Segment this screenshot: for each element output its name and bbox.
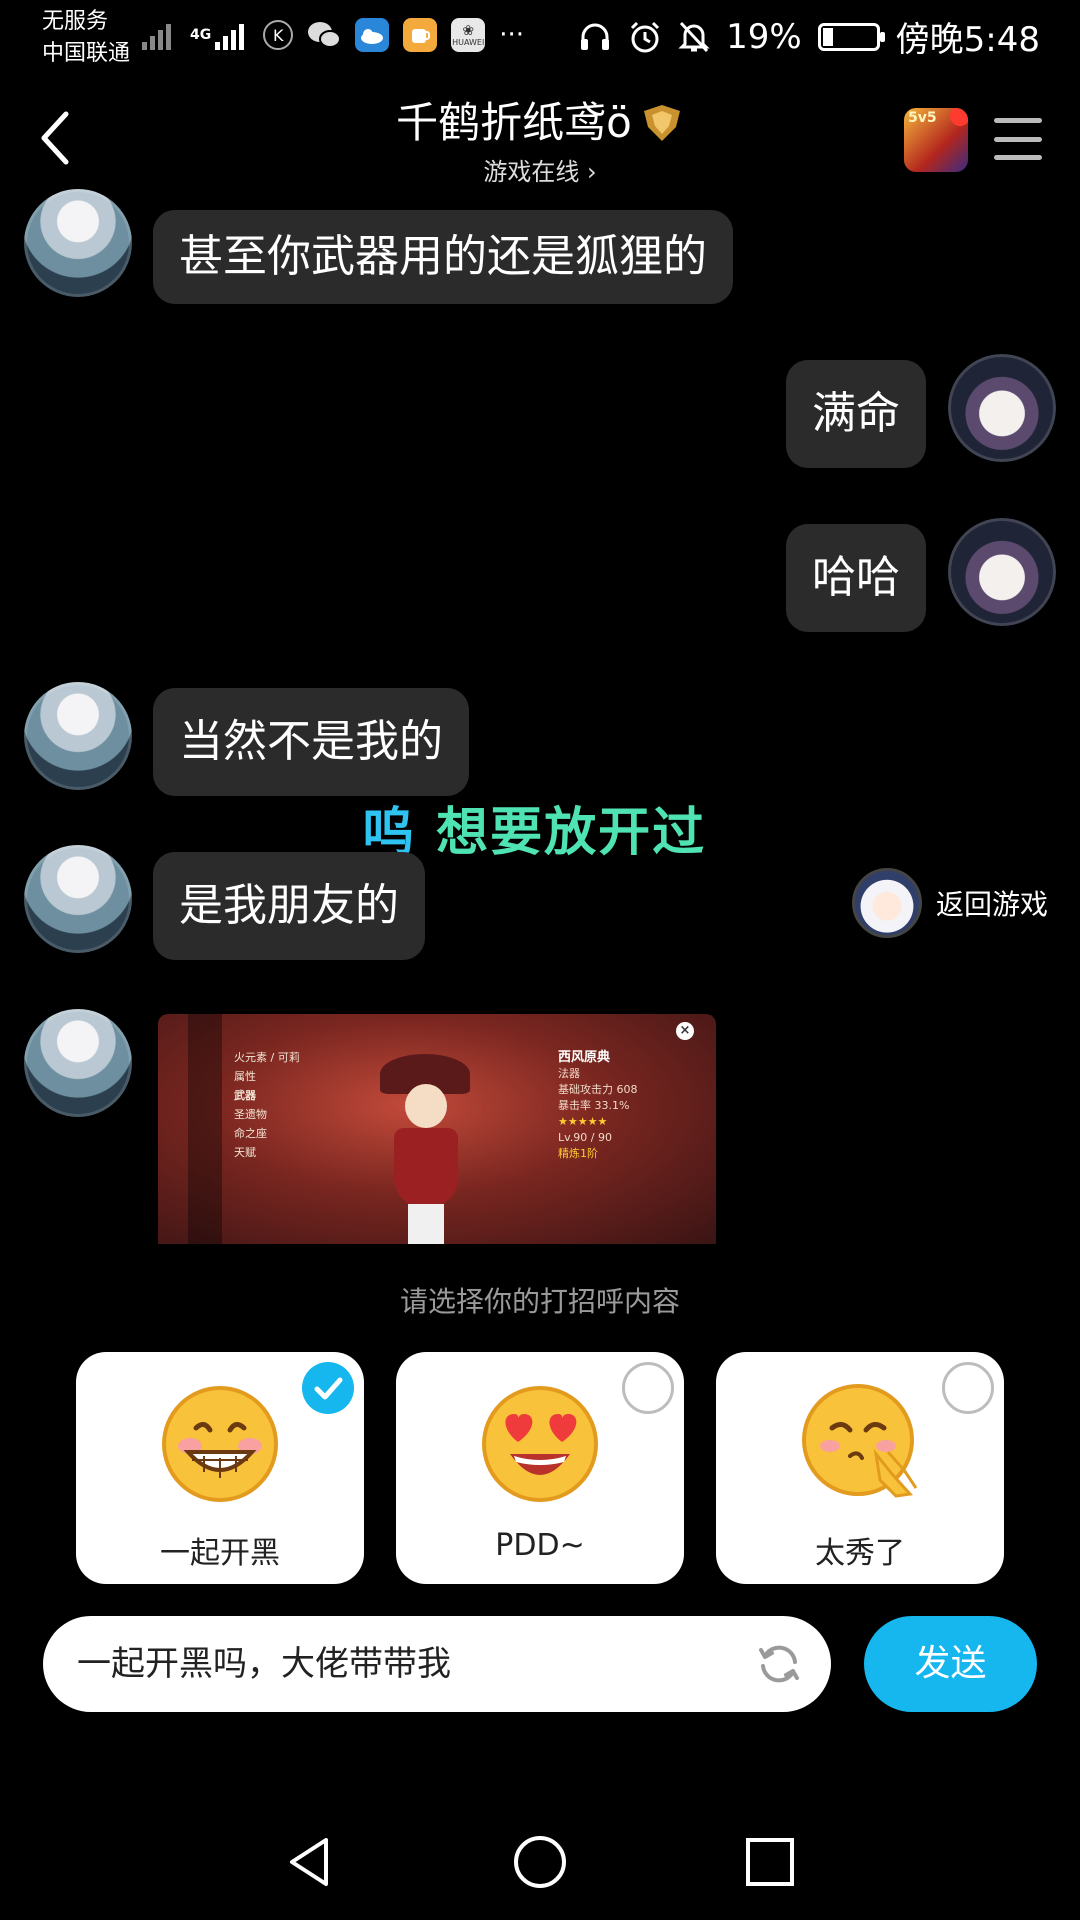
clock: 傍晚5:48 (895, 20, 1040, 60)
close-icon: × (676, 1022, 694, 1040)
message-bubble-right[interactable]: 哈哈 (786, 524, 926, 632)
huawei-icon: ❀ HUAWEI (451, 18, 486, 52)
checkmark-icon (314, 1377, 343, 1400)
chat-header: 千鹤折纸鸢ö 游戏在线 › 5v5 (0, 80, 1080, 195)
game-app-icon[interactable]: 5v5 (904, 108, 968, 172)
nav-back-icon[interactable] (280, 1832, 340, 1892)
weapon-stat: 基础攻击力 608 (558, 1083, 638, 1096)
carrier-info: 无服务 中国联通 (42, 6, 130, 70)
screenshot-menu-item: 命之座 (234, 1127, 267, 1140)
back-to-game-button[interactable]: 返回游戏 (852, 868, 1048, 938)
nav-home-icon[interactable] (510, 1832, 570, 1892)
weather-icon (355, 18, 390, 52)
character-list (188, 1014, 222, 1244)
status-right: 19% 傍晚5:48 (578, 12, 1040, 61)
my-avatar[interactable] (948, 518, 1056, 626)
alarm-icon (631, 21, 660, 52)
status-bar: 无服务 中国联通 4G K ❀ HUAWEI ··· 19% 傍晚5:48 (0, 0, 1080, 80)
carrier-line-1: 无服务 (42, 9, 109, 34)
weapon-panel: 西风原典 法器 基础攻击力 608 暴击率 33.1% ★★★★★ Lv.90 … (558, 1050, 686, 1220)
message-text: 是我朋友的 (179, 880, 399, 931)
screenshot-menu-item: 武器 (234, 1089, 256, 1102)
applause-emoji-icon (802, 1384, 918, 1498)
nav-recents-icon[interactable] (740, 1832, 800, 1892)
heart-eyes-emoji-icon (482, 1386, 598, 1502)
contact-avatar[interactable] (24, 682, 132, 790)
greeting-option-2[interactable]: PDD~ (396, 1352, 684, 1584)
greeting-hint: 请选择你的打招呼内容 (399, 1285, 680, 1318)
contact-name[interactable]: 千鹤折纸鸢ö (396, 98, 684, 148)
battery-icon (817, 22, 885, 51)
contact-name-text: 千鹤折纸鸢ö (396, 98, 632, 147)
network-type: 4G (190, 27, 212, 43)
screenshot-menu-item: 圣遗物 (234, 1108, 267, 1121)
rank-medal-icon (643, 105, 680, 141)
contact-avatar[interactable] (24, 845, 132, 953)
game-badge-text: 5v5 (908, 110, 937, 126)
message-text: 当然不是我的 (179, 716, 443, 767)
greeting-text-input[interactable]: 一起开黑吗，大佬带带我 (43, 1616, 831, 1712)
screenshot-menu-item: 天赋 (234, 1146, 256, 1159)
back-to-game-label: 返回游戏 (936, 888, 1049, 921)
headphones-icon (581, 23, 610, 50)
greeting-label: 太秀了 (815, 1536, 905, 1571)
message-text: 满命 (812, 388, 900, 439)
weapon-refine: 精炼1阶 (558, 1147, 598, 1160)
greeting-option-1[interactable]: 一起开黑 (76, 1352, 364, 1584)
huawei-label: HUAWEI (452, 37, 485, 47)
signal-x-icon (142, 20, 176, 50)
app-icon (403, 18, 438, 52)
lyric-part-2: 想要放开过 (436, 803, 707, 863)
weapon-stat: 暴击率 33.1% (558, 1099, 630, 1112)
screenshot-menu-item: 火元素 / 可莉 (234, 1051, 300, 1064)
message-bubble-left[interactable]: 是我朋友的 (153, 852, 425, 960)
my-avatar[interactable] (948, 354, 1056, 462)
contact-avatar[interactable] (24, 189, 132, 297)
message-bubble-right[interactable]: 满命 (786, 360, 926, 468)
weapon-name: 西风原典 (558, 1050, 611, 1065)
mute-icon (678, 21, 710, 52)
rarity-stars: ★★★★★ (558, 1115, 608, 1128)
system-nav-bar (0, 1800, 1080, 1920)
refresh-icon[interactable] (755, 1640, 803, 1688)
greeting-option-3[interactable]: 太秀了 (716, 1352, 1004, 1584)
weapon-level: Lv.90 / 90 (558, 1131, 612, 1144)
game-character-figure (380, 1054, 470, 1244)
message-bubble-left[interactable]: 甚至你武器用的还是狐狸的 (153, 210, 733, 304)
wechat-icon (307, 18, 342, 52)
image-message[interactable]: 火元素 / 可莉 属性 武器 圣遗物 命之座 天赋 西风原典 法器 基础攻击力 … (158, 1014, 716, 1244)
battery-percent: 19% (726, 16, 802, 57)
input-value: 一起开黑吗，大佬带带我 (77, 1644, 451, 1684)
send-button[interactable]: 发送 (864, 1616, 1037, 1712)
game-character-avatar (852, 868, 922, 938)
greeting-label: 一起开黑 (160, 1536, 280, 1571)
grinning-emoji-icon (162, 1386, 278, 1502)
greeting-label: PDD~ (495, 1528, 585, 1563)
radio-unchecked[interactable] (942, 1362, 994, 1414)
contact-avatar[interactable] (24, 1009, 132, 1117)
signal-4g-icon: 4G (190, 20, 249, 50)
message-text: 哈哈 (812, 552, 900, 603)
message-bubble-left[interactable]: 当然不是我的 (153, 688, 469, 796)
screenshot-menu-item: 属性 (234, 1070, 256, 1083)
carrier-line-2: 中国联通 (42, 41, 131, 66)
message-text: 甚至你武器用的还是狐狸的 (179, 231, 707, 282)
menu-icon[interactable] (994, 118, 1042, 160)
weapon-type: 法器 (558, 1067, 580, 1080)
screenshot-menu: 火元素 / 可莉 属性 武器 圣遗物 命之座 天赋 (234, 1048, 300, 1162)
kugou-icon: K (263, 20, 294, 50)
more-dots-icon: ··· (499, 20, 525, 50)
radio-checked[interactable] (302, 1362, 354, 1414)
radio-unchecked[interactable] (622, 1362, 674, 1414)
notification-dot (950, 108, 968, 126)
status-left-icons: 4G K ❀ HUAWEI ··· (142, 18, 524, 52)
